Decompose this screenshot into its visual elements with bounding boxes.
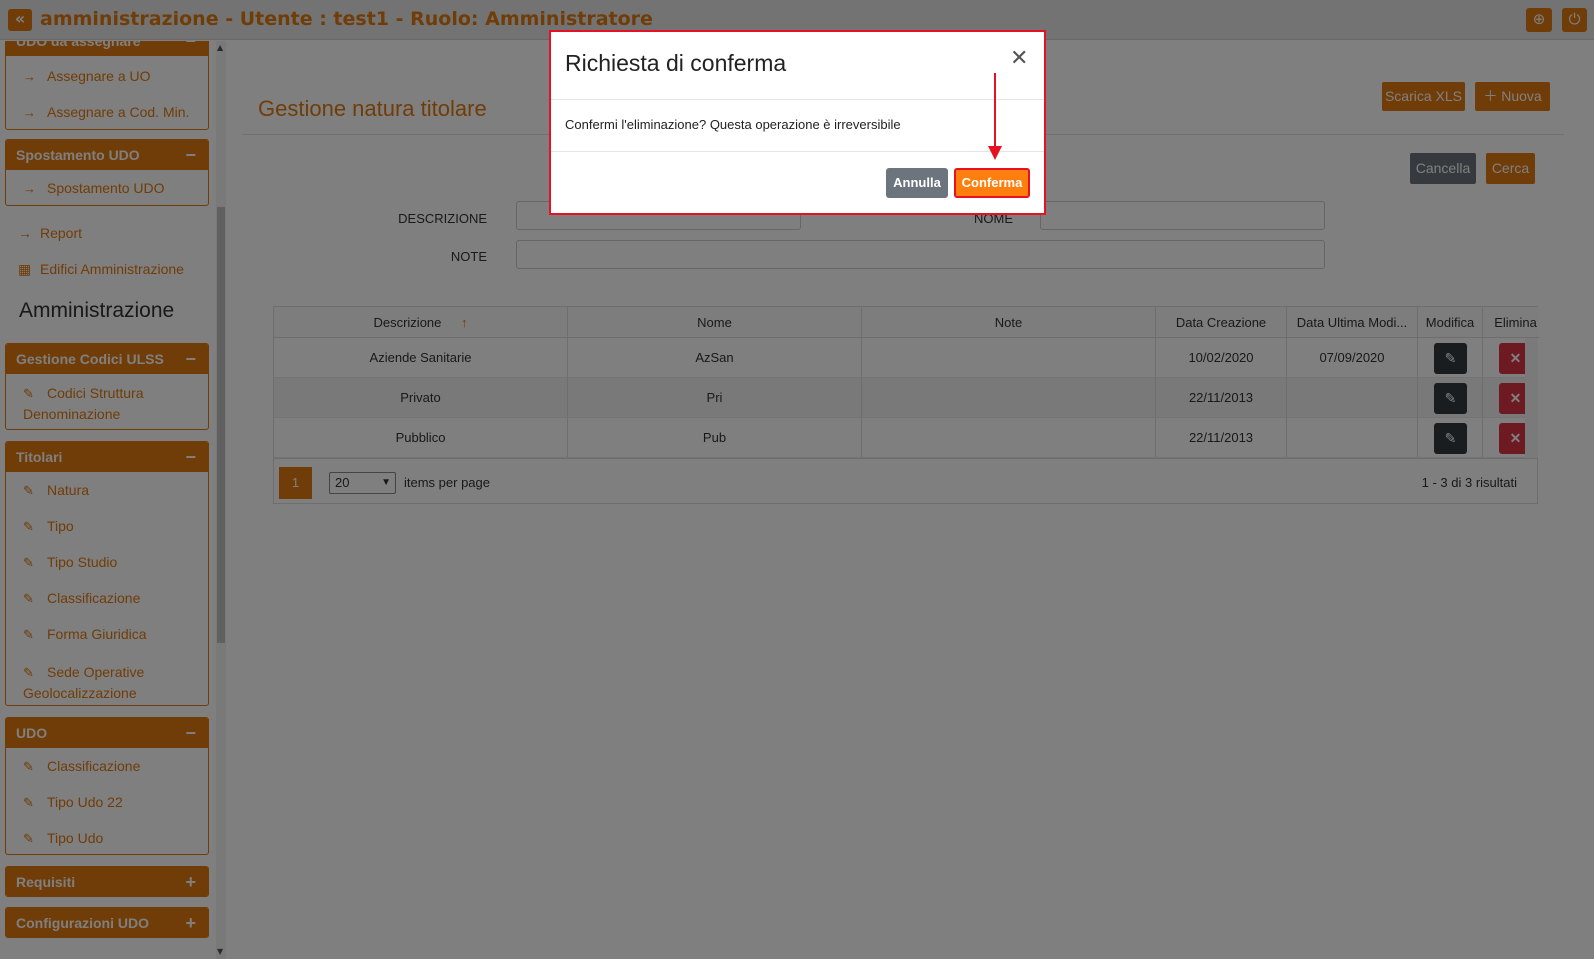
close-icon[interactable]: ✕ (1010, 46, 1028, 71)
confirm-button[interactable]: Conferma (954, 168, 1030, 198)
divider (551, 99, 1044, 100)
annotation-arrow-line (994, 73, 996, 147)
annotation-arrow-head (988, 146, 1002, 160)
cancel-button[interactable]: Annulla (886, 168, 948, 198)
dialog-title: Richiesta di conferma (565, 50, 787, 76)
confirm-dialog: Richiesta di conferma ✕ Confermi l'elimi… (549, 30, 1046, 215)
divider (551, 151, 1044, 152)
dialog-message: Confermi l'eliminazione? Questa operazio… (565, 117, 901, 132)
